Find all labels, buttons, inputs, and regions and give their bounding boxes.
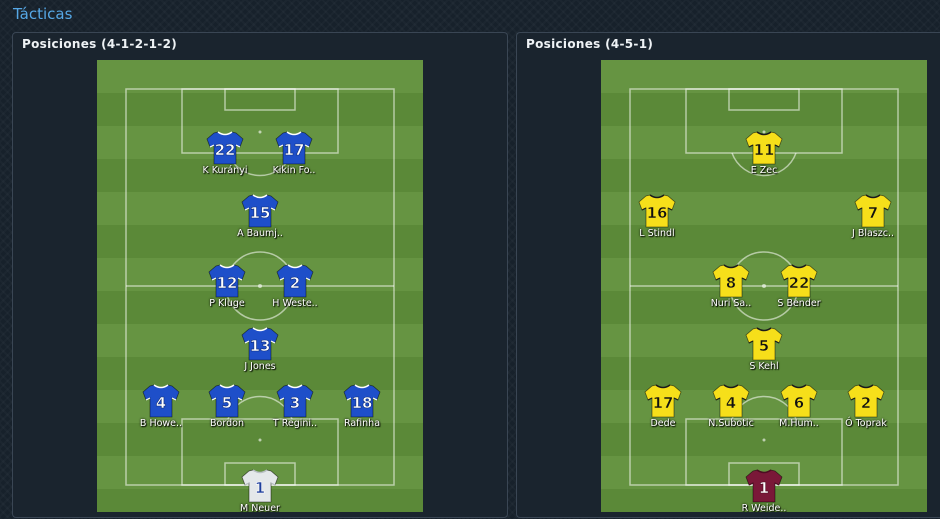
pitch: 11 E Zec 16 L Stindl 7 J Blaszc.. 8 Nuri Sa.. 22…	[601, 60, 927, 512]
player-name: M.Hum..	[779, 418, 819, 429]
player-name: K Kurányi	[202, 165, 248, 176]
player-marker[interactable]: 1 M Neuer	[223, 468, 297, 512]
player-name: B Howe..	[139, 418, 183, 429]
shirt-number: 22	[215, 141, 236, 159]
player-name: Kikin Fo..	[272, 165, 316, 176]
player-marker[interactable]: 4 N.Subotic	[694, 383, 768, 433]
player-marker[interactable]: 22 S Bender	[762, 263, 836, 313]
player-marker[interactable]: 15 A Baumj..	[223, 193, 297, 243]
yellow-jersey-icon: 22	[780, 264, 818, 298]
player-name: E Zec	[750, 165, 778, 176]
shirt-number: 22	[789, 274, 810, 292]
player-name: M Neuer	[240, 503, 280, 512]
player-name: S Kehl	[749, 361, 779, 372]
player-name: H Weste..	[272, 298, 318, 309]
blue-jersey-icon: 3	[276, 384, 314, 418]
player-marker[interactable]: 2 H Weste..	[258, 263, 332, 313]
blue-jersey-icon: 13	[241, 327, 279, 361]
maroon-goalkeeper-jersey-icon: 1	[745, 469, 783, 503]
shirt-number: 6	[794, 394, 804, 412]
blue-jersey-icon: 18	[343, 384, 381, 418]
shirt-number: 1	[759, 479, 769, 497]
yellow-jersey-icon: 7	[854, 194, 892, 228]
shirt-number: 5	[222, 394, 232, 412]
player-name: N.Subotic	[708, 418, 754, 429]
yellow-jersey-icon: 4	[712, 384, 750, 418]
yellow-jersey-icon: 16	[638, 194, 676, 228]
blue-jersey-icon: 5	[208, 384, 246, 418]
player-name: A Baumj..	[237, 228, 283, 239]
shirt-number: 16	[647, 204, 668, 222]
player-marker[interactable]: 4 B Howe..	[124, 383, 198, 433]
shirt-number: 5	[759, 337, 769, 355]
player-marker[interactable]: 1 R Weide..	[727, 468, 801, 512]
blue-jersey-icon: 17	[275, 131, 313, 165]
player-marker[interactable]: 6 M.Hum..	[762, 383, 836, 433]
shirt-number: 2	[290, 274, 300, 292]
formation-panel-home: Posiciones (4-1-2-1-2) 22 K Kurányi 17 Kiki…	[12, 32, 508, 518]
shirt-number: 3	[290, 394, 300, 412]
yellow-jersey-icon: 17	[644, 384, 682, 418]
player-marker[interactable]: 3 T Regini..	[258, 383, 332, 433]
pitch: 22 K Kurányi 17 Kikin Fo.. 15 A Baumj.. 12 P Kl…	[97, 60, 423, 512]
player-marker[interactable]: 22 K Kurányi	[188, 130, 262, 180]
player-marker[interactable]: 5 S Kehl	[727, 326, 801, 376]
player-marker[interactable]: 12 P Kluge	[190, 263, 264, 313]
player-marker[interactable]: 17 Dede	[626, 383, 700, 433]
shirt-number: 8	[726, 274, 736, 292]
white-goalkeeper-jersey-icon: 1	[241, 469, 279, 503]
page-title: Tácticas	[13, 5, 73, 23]
blue-jersey-icon: 22	[206, 131, 244, 165]
formation-panel-away: Posiciones (4-5-1) 11 E Zec 16 L Stindl 7 J B…	[516, 32, 940, 518]
player-name: Nuri Sa..	[710, 298, 752, 309]
player-name: S Bender	[777, 298, 821, 309]
shirt-number: 13	[250, 337, 271, 355]
player-marker[interactable]: 2 Ó Toprak	[829, 383, 903, 433]
yellow-jersey-icon: 2	[847, 384, 885, 418]
shirt-number: 7	[868, 204, 878, 222]
player-marker[interactable]: 18 Rafinha	[325, 383, 399, 433]
player-name: R Weide..	[741, 503, 787, 512]
player-marker[interactable]: 11 E Zec	[727, 130, 801, 180]
player-marker[interactable]: 5 Bordon	[190, 383, 264, 433]
player-name: T Regini..	[272, 418, 318, 429]
shirt-number: 11	[754, 141, 775, 159]
yellow-jersey-icon: 5	[745, 327, 783, 361]
yellow-jersey-icon: 11	[745, 131, 783, 165]
shirt-number: 17	[284, 141, 305, 159]
blue-jersey-icon: 4	[142, 384, 180, 418]
shirt-number: 15	[250, 204, 271, 222]
player-name: J Jones	[244, 361, 276, 372]
shirt-number: 18	[352, 394, 373, 412]
player-name: P Kluge	[209, 298, 245, 309]
player-marker[interactable]: 17 Kikin Fo..	[257, 130, 331, 180]
player-name: Bordon	[210, 418, 244, 429]
shirt-number: 12	[217, 274, 238, 292]
yellow-jersey-icon: 6	[780, 384, 818, 418]
player-marker[interactable]: 8 Nuri Sa..	[694, 263, 768, 313]
player-marker[interactable]: 16 L Stindl	[620, 193, 694, 243]
player-marker[interactable]: 7 J Blaszc..	[836, 193, 910, 243]
blue-jersey-icon: 15	[241, 194, 279, 228]
shirt-number: 2	[861, 394, 871, 412]
blue-jersey-icon: 2	[276, 264, 314, 298]
player-name: J Blaszc..	[852, 228, 894, 239]
player-name: Dede	[650, 418, 676, 429]
panel-header: Posiciones (4-1-2-1-2)	[22, 37, 178, 51]
shirt-number: 1	[255, 479, 265, 497]
blue-jersey-icon: 12	[208, 264, 246, 298]
player-name: Ó Toprak	[845, 418, 887, 429]
shirt-number: 4	[156, 394, 166, 412]
panel-header: Posiciones (4-5-1)	[526, 37, 654, 51]
shirt-number: 17	[653, 394, 674, 412]
player-marker[interactable]: 13 J Jones	[223, 326, 297, 376]
shirt-number: 4	[726, 394, 736, 412]
player-name: Rafinha	[343, 418, 381, 429]
yellow-jersey-icon: 8	[712, 264, 750, 298]
player-name: L Stindl	[639, 228, 675, 239]
